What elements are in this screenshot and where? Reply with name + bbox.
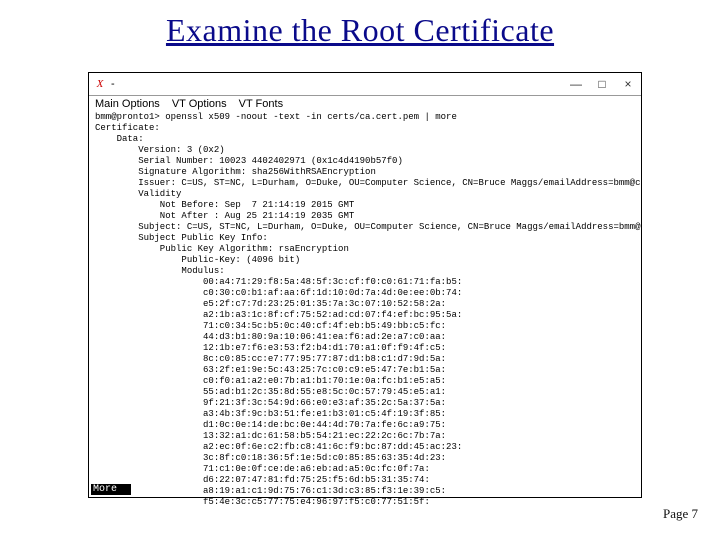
window-controls: — □ × <box>563 75 641 93</box>
menu-vt-fonts[interactable]: VT Fonts <box>239 98 283 110</box>
close-button[interactable]: × <box>615 75 641 93</box>
minimize-button[interactable]: — <box>563 75 589 93</box>
maximize-button[interactable]: □ <box>589 75 615 93</box>
window-title: - <box>111 78 115 90</box>
xterm-icon: X <box>89 73 111 95</box>
menu-main-options[interactable]: Main Options <box>95 98 160 110</box>
terminal-output: bmm@pronto1> openssl x509 -noout -text -… <box>89 112 641 508</box>
pager-more[interactable]: More <box>91 484 131 495</box>
slide-title: Examine the Root Certificate <box>0 12 720 49</box>
terminal-window: X - — □ × Main Options VT Options VT Fon… <box>88 72 642 498</box>
menu-bar: Main Options VT Options VT Fonts <box>89 96 641 112</box>
page-number: Page 7 <box>663 506 698 522</box>
title-bar: X - — □ × <box>89 73 641 96</box>
menu-vt-options[interactable]: VT Options <box>172 98 227 110</box>
